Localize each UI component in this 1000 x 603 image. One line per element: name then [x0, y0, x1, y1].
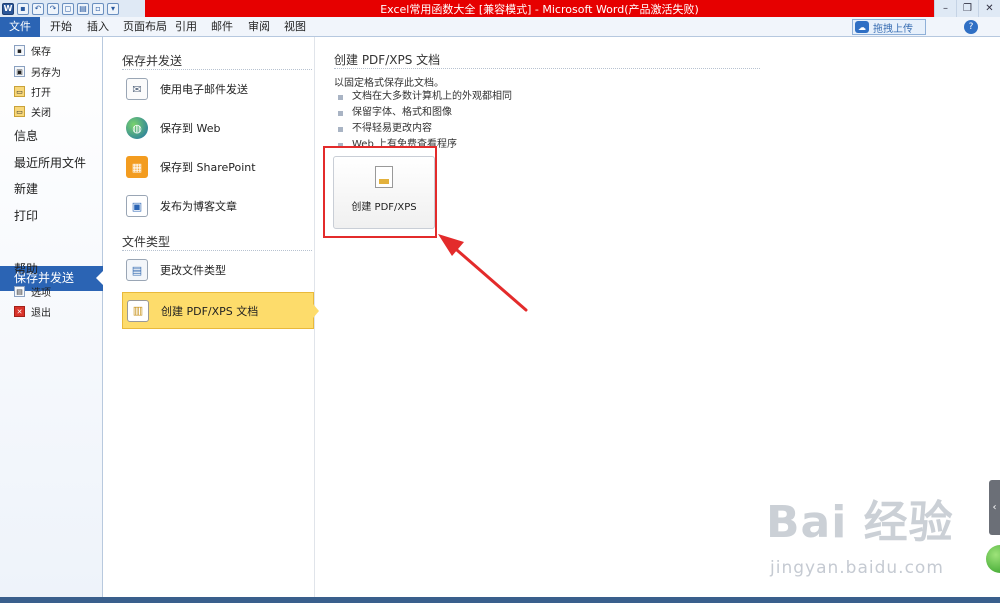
- create-pdf-xps-button[interactable]: 创建 PDF/XPS: [333, 156, 435, 229]
- nav-save-as[interactable]: ▣ 另存为: [0, 64, 103, 79]
- folder-open-icon: ▭: [14, 86, 25, 97]
- cloud-icon: ☁: [855, 21, 869, 33]
- bullet-text: 保留字体、格式和图像: [352, 107, 452, 118]
- window-controls: – ❐ ✕: [934, 0, 1000, 17]
- upload-button[interactable]: ☁ 拖拽上传: [852, 19, 926, 35]
- window-title: Excel常用函数大全 [兼容模式] - Microsoft Word(产品激活…: [145, 0, 934, 17]
- help-icon[interactable]: ?: [964, 20, 978, 34]
- tab-view[interactable]: 视图: [284, 17, 306, 37]
- tab-review[interactable]: 审阅: [248, 17, 270, 37]
- bullet-icon: [338, 110, 343, 116]
- open-icon[interactable]: ▤: [77, 2, 89, 15]
- title-bar: W ▪ ↶ ↷ ◻ ▤ ▫ ▾ Excel常用函数大全 [兼容模式] - Mic…: [0, 0, 1000, 17]
- send-email-label: 使用电子邮件发送: [160, 83, 248, 96]
- folder-close-icon: ▭: [14, 106, 25, 117]
- nav-exit-label: 退出: [31, 308, 51, 319]
- ribbon-tabs: 文件 开始 插入 页面布局 引用 邮件 审阅 视图 ☁ 拖拽上传 ?: [0, 17, 1000, 37]
- backstage-nav: ▪ 保存 ▣ 另存为 ▭ 打开 ▭ 关闭 信息 最近所用文件 新建 打印 保存并…: [0, 37, 104, 597]
- save-as-icon: ▣: [14, 66, 25, 77]
- customize-icon[interactable]: ▾: [107, 2, 119, 15]
- redo-icon[interactable]: ↷: [47, 2, 59, 15]
- sharepoint-icon: ▦: [126, 156, 148, 178]
- bullet-icon: [338, 94, 343, 100]
- save-to-sharepoint-item[interactable]: ▦ 保存到 SharePoint: [122, 149, 314, 185]
- nav-new[interactable]: 新建: [14, 180, 38, 197]
- upload-label: 拖拽上传: [873, 23, 913, 35]
- pane-description: 以固定格式保存此文档。: [334, 78, 444, 89]
- quick-access-toolbar: W ▪ ↶ ↷ ◻ ▤ ▫ ▾: [0, 0, 119, 17]
- nav-open-label: 打开: [31, 88, 51, 99]
- section-divider: [122, 69, 312, 70]
- nav-info[interactable]: 信息: [14, 127, 38, 144]
- save-send-options: 保存并发送 ✉ 使用电子邮件发送 ◍ 保存到 Web ▦ 保存到 SharePo…: [104, 37, 319, 597]
- nav-help[interactable]: 帮助: [14, 260, 38, 277]
- pane-divider: [334, 68, 760, 69]
- undo-icon[interactable]: ↶: [32, 2, 44, 15]
- list-item: 保留字体、格式和图像: [338, 105, 512, 121]
- nav-close-label: 关闭: [31, 108, 51, 119]
- tab-mailings[interactable]: 邮件: [211, 17, 233, 37]
- taskbar: [0, 597, 1000, 603]
- pane-title: 创建 PDF/XPS 文档: [334, 53, 441, 67]
- send-email-item[interactable]: ✉ 使用电子邮件发送: [122, 71, 314, 107]
- change-file-type-item[interactable]: ▤ 更改文件类型: [122, 252, 314, 288]
- change-file-type-label: 更改文件类型: [160, 264, 226, 277]
- section-heading-send: 保存并发送: [122, 54, 183, 68]
- exit-icon: ✕: [14, 306, 25, 317]
- section-heading-filetype: 文件类型: [122, 235, 171, 249]
- email-icon: ✉: [126, 78, 148, 100]
- baidu-watermark: Bai 经验 jingyan.baidu.com: [766, 486, 986, 586]
- watermark-url: jingyan.baidu.com: [770, 558, 944, 578]
- create-pdf-xps-button-label: 创建 PDF/XPS: [351, 202, 417, 213]
- tab-file[interactable]: 文件: [0, 17, 40, 37]
- tab-references[interactable]: 引用: [175, 17, 197, 37]
- tab-home[interactable]: 开始: [50, 17, 72, 37]
- tab-page-layout[interactable]: 页面布局: [123, 17, 167, 37]
- bullet-text: 文档在大多数计算机上的外观都相同: [352, 91, 512, 102]
- save-icon: ▪: [14, 45, 25, 56]
- nav-save-label: 保存: [31, 47, 51, 58]
- feature-list: 文档在大多数计算机上的外观都相同 保留字体、格式和图像 不得轻易更改内容 Web…: [338, 89, 512, 153]
- pdf-document-icon: ▥: [127, 299, 149, 322]
- watermark-logo: Bai 经验: [766, 497, 954, 548]
- annotation-arrow: [438, 234, 528, 312]
- nav-options-label: 选项: [31, 288, 51, 299]
- save-icon[interactable]: ▪: [17, 2, 29, 15]
- list-item: 文档在大多数计算机上的外观都相同: [338, 89, 512, 105]
- publish-blog-item[interactable]: ▣ 发布为博客文章: [122, 188, 314, 224]
- create-pdf-xps-item[interactable]: ▥ 创建 PDF/XPS 文档: [122, 292, 319, 329]
- tab-insert[interactable]: 插入: [87, 17, 109, 37]
- green-status-icon[interactable]: [986, 545, 1000, 573]
- options-icon: ▤: [14, 286, 25, 297]
- create-pdf-xps-label: 创建 PDF/XPS 文档: [161, 304, 259, 318]
- nav-exit[interactable]: ✕ 退出: [0, 304, 103, 319]
- nav-options[interactable]: ▤ 选项: [0, 284, 103, 299]
- nav-print[interactable]: 打印: [14, 207, 38, 224]
- pdf-document-icon: [375, 166, 393, 188]
- save-to-web-label: 保存到 Web: [160, 122, 221, 135]
- nav-open[interactable]: ▭ 打开: [0, 84, 103, 99]
- minimize-icon[interactable]: –: [934, 0, 956, 17]
- save-to-web-item[interactable]: ◍ 保存到 Web: [122, 110, 314, 146]
- bullet-text: 不得轻易更改内容: [352, 123, 432, 134]
- new-doc-icon[interactable]: ▫: [92, 2, 104, 15]
- nav-close[interactable]: ▭ 关闭: [0, 104, 103, 119]
- nav-save[interactable]: ▪ 保存: [0, 43, 103, 58]
- section-divider: [122, 250, 312, 251]
- print-preview-icon[interactable]: ◻: [62, 2, 74, 15]
- list-item: 不得轻易更改内容: [338, 121, 512, 137]
- side-collapse-tab[interactable]: ‹: [989, 480, 1000, 535]
- bullet-icon: [338, 126, 343, 132]
- change-file-type-icon: ▤: [126, 259, 148, 281]
- nav-recent[interactable]: 最近所用文件: [14, 154, 86, 171]
- publish-blog-label: 发布为博客文章: [160, 200, 237, 213]
- close-icon[interactable]: ✕: [978, 0, 1000, 17]
- restore-icon[interactable]: ❐: [956, 0, 978, 17]
- blog-icon: ▣: [126, 195, 148, 217]
- word-logo-icon[interactable]: W: [2, 2, 14, 15]
- nav-save-as-label: 另存为: [31, 68, 61, 79]
- save-to-sharepoint-label: 保存到 SharePoint: [160, 161, 256, 174]
- globe-icon: ◍: [126, 117, 148, 139]
